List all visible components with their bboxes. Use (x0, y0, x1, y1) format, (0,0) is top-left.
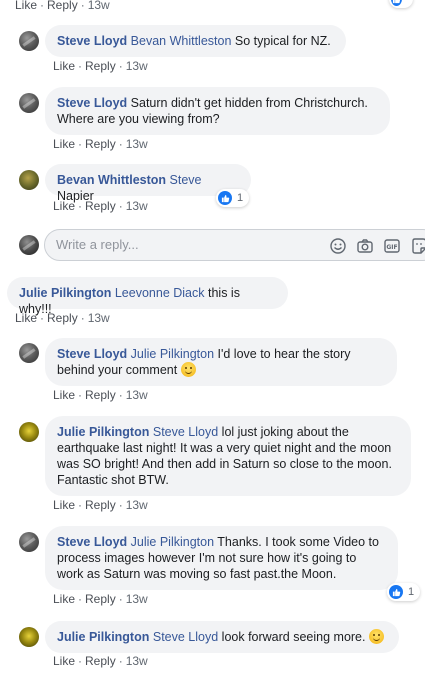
avatar[interactable] (19, 31, 39, 51)
comment-author[interactable]: Julie Pilkington (57, 630, 149, 644)
comment-text: So typical for NZ. (231, 34, 331, 48)
timestamp[interactable]: 13w (88, 0, 110, 12)
comment-author[interactable]: Steve Lloyd (57, 535, 127, 549)
comment-actions: Like · Reply · 13w (53, 137, 148, 151)
reply-link[interactable]: Reply (47, 311, 78, 325)
mention-link[interactable]: Leevonne Diack (115, 286, 205, 300)
avatar[interactable] (19, 93, 39, 113)
comment-bubble: Steve Lloyd Julie Pilkington I'd love to… (45, 338, 397, 386)
avatar[interactable] (19, 532, 39, 552)
reply-link[interactable]: Reply (85, 654, 116, 668)
like-link[interactable]: Like (53, 59, 75, 73)
like-icon (391, 0, 402, 6)
reply-box[interactable]: GIF (44, 229, 425, 261)
comment-bubble: Julie Pilkington Leevonne Diack this is … (7, 277, 288, 316)
comment-bubble: Steve Lloyd Julie Pilkington Thanks. I t… (45, 526, 398, 590)
comment-author[interactable]: Julie Pilkington (19, 286, 111, 300)
timestamp[interactable]: 13w (126, 654, 148, 668)
reply-link[interactable]: Reply (85, 137, 116, 151)
comment-bubble: Steve Lloyd Saturn didn't get hidden fro… (45, 87, 390, 135)
reply-link[interactable]: Reply (85, 592, 116, 606)
reaction-count-top[interactable] (389, 0, 413, 8)
timestamp[interactable]: 13w (126, 59, 148, 73)
reaction-number: 1 (408, 586, 415, 598)
like-link[interactable]: Like (53, 654, 75, 668)
reaction-number: 1 (237, 192, 244, 204)
comment-actions: Like · Reply · 13w (53, 654, 148, 668)
comment-bubble: Julie Pilkington Steve Lloyd lol just jo… (45, 416, 411, 496)
mention-link[interactable]: Bevan Whittleston (131, 34, 232, 48)
like-link[interactable]: Like (53, 137, 75, 151)
comment-author[interactable]: Steve Lloyd (57, 34, 127, 48)
like-link[interactable]: Like (53, 388, 75, 402)
emoji-icon[interactable] (329, 237, 347, 255)
reply-link[interactable]: Reply (85, 388, 116, 402)
reply-link[interactable]: Reply (85, 59, 116, 73)
reaction-count[interactable]: 1 (387, 583, 421, 601)
reply-input[interactable] (56, 237, 306, 252)
comment-author[interactable]: Julie Pilkington (57, 425, 149, 439)
reaction-count[interactable]: 1 (216, 189, 250, 207)
comment-actions: Like · Reply · 13w (53, 498, 148, 512)
top-comment-actions: Like · Reply · 13w (15, 0, 110, 12)
mention-link[interactable]: Steve (170, 173, 202, 187)
like-icon (218, 191, 232, 205)
reply-link[interactable]: Reply (85, 199, 116, 213)
smiley-emoji-icon (180, 362, 196, 377)
smiley-emoji-icon (368, 629, 384, 644)
comment-bubble: Steve Lloyd Bevan Whittleston So typical… (45, 25, 346, 57)
like-link[interactable]: Like (15, 311, 37, 325)
current-user-avatar (19, 235, 39, 255)
sticker-icon[interactable] (410, 237, 425, 255)
comment-text: look forward seeing more. (218, 630, 366, 644)
comment-actions: Like · Reply · 13w (53, 199, 148, 213)
like-link[interactable]: Like (53, 592, 75, 606)
comment-actions: Like · Reply · 13w (53, 59, 148, 73)
timestamp[interactable]: 13w (88, 311, 110, 325)
timestamp[interactable]: 13w (126, 199, 148, 213)
comment-bubble: Julie Pilkington Steve Lloyd look forwar… (45, 621, 399, 653)
mention-link[interactable]: Steve Lloyd (153, 425, 218, 439)
like-link[interactable]: Like (15, 0, 37, 12)
svg-text:GIF: GIF (386, 244, 397, 251)
comment-actions: Like · Reply · 13w (53, 592, 148, 606)
timestamp[interactable]: 13w (126, 592, 148, 606)
like-link[interactable]: Like (53, 199, 75, 213)
timestamp[interactable]: 13w (126, 388, 148, 402)
mention-link[interactable]: Julie Pilkington (131, 347, 214, 361)
mention-link[interactable]: Julie Pilkington (131, 535, 214, 549)
avatar[interactable] (19, 422, 39, 442)
timestamp[interactable]: 13w (126, 498, 148, 512)
gif-icon[interactable]: GIF (383, 237, 401, 255)
avatar[interactable] (19, 170, 39, 190)
avatar[interactable] (19, 627, 39, 647)
comment-actions: Like · Reply · 13w (53, 388, 148, 402)
comment-author[interactable]: Steve Lloyd (57, 96, 127, 110)
camera-icon[interactable] (356, 237, 374, 255)
comment-author[interactable]: Steve Lloyd (57, 347, 127, 361)
timestamp[interactable]: 13w (126, 137, 148, 151)
reply-link[interactable]: Reply (85, 498, 116, 512)
mention-link[interactable]: Steve Lloyd (153, 630, 218, 644)
like-icon (389, 585, 403, 599)
reply-link[interactable]: Reply (47, 0, 78, 12)
comment-actions: Like · Reply · 13w (15, 311, 110, 325)
avatar[interactable] (19, 343, 39, 363)
like-link[interactable]: Like (53, 498, 75, 512)
comment-author[interactable]: Bevan Whittleston (57, 173, 166, 187)
